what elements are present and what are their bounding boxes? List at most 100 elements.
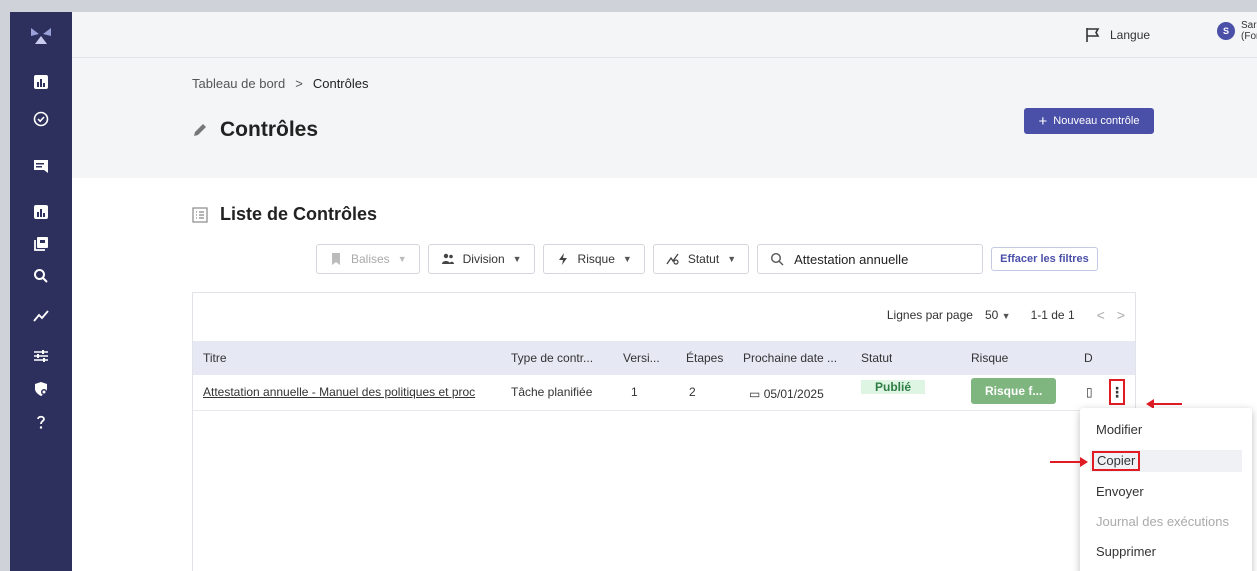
row-steps: 2 — [689, 385, 696, 399]
column-header-d[interactable]: D — [1084, 351, 1093, 365]
list-title-row: Liste de Contrôles — [192, 204, 377, 225]
sidebar-item-controls[interactable] — [29, 107, 53, 131]
user-name-line2: (Formation) — [1241, 31, 1257, 42]
breadcrumb: Tableau de bord > Contrôles — [192, 76, 368, 91]
chat-icon — [34, 160, 48, 173]
library-icon — [34, 237, 48, 251]
division-filter[interactable]: Division ▼ — [427, 244, 535, 274]
table-row[interactable]: Attestation annuelle - Manuel des politi… — [193, 375, 1135, 411]
division-filter-label: Division — [462, 252, 505, 266]
people-icon — [441, 253, 454, 264]
risk-filter-label: Risque — [577, 252, 615, 266]
risk-filter[interactable]: Risque ▼ — [542, 244, 645, 274]
status-filter[interactable]: Statut ▼ — [652, 244, 750, 274]
risk-badge: Risque f... — [971, 378, 1057, 404]
language-label: Langue — [1110, 28, 1151, 42]
tags-filter[interactable]: Balises ▼ — [316, 244, 420, 274]
tags-filter-label: Balises — [351, 252, 390, 266]
report-chart-icon — [34, 205, 48, 219]
breadcrumb-separator: > — [295, 76, 303, 91]
new-control-button[interactable]: + Nouveau contrôle — [1024, 108, 1154, 134]
search-value: Attestation annuelle — [794, 251, 909, 267]
sidebar-item-library[interactable] — [29, 232, 53, 256]
sidebar-item-security[interactable] — [29, 377, 53, 401]
bookmark-icon — [332, 253, 340, 265]
search-icon — [34, 269, 48, 283]
next-page-icon[interactable]: > — [1117, 307, 1125, 323]
table-header: Titre Type de contr... Versi... Étapes P… — [193, 341, 1135, 375]
check-circle-icon — [33, 111, 49, 127]
controls-table: Lignes par page 50 ▼ 1-1 de 1 < > Titre … — [192, 292, 1136, 571]
menu-item-modifier[interactable]: Modifier — [1096, 422, 1142, 437]
menu-item-journal: Journal des exécutions — [1096, 514, 1229, 529]
sliders-icon — [34, 350, 48, 362]
top-bar: Langue S Sarah (Formation) — [72, 12, 1257, 58]
column-header-steps[interactable]: Étapes — [686, 351, 723, 365]
sidebar-item-settings[interactable] — [29, 344, 53, 368]
list-icon — [192, 206, 208, 223]
page-title: Contrôles — [220, 118, 319, 141]
sidebar-item-search[interactable] — [29, 264, 53, 288]
sidebar-item-trends[interactable] — [29, 304, 53, 328]
sidebar-item-dashboard[interactable] — [29, 70, 53, 94]
column-header-risk[interactable]: Risque — [971, 351, 1008, 365]
breadcrumb-root[interactable]: Tableau de bord — [192, 76, 285, 91]
flag-icon — [1086, 28, 1100, 42]
row-title-link[interactable]: Attestation annuelle - Manuel des politi… — [203, 385, 507, 399]
row-d-cell: ▯ — [1086, 385, 1093, 399]
menu-item-copier[interactable]: Copier — [1092, 451, 1141, 471]
app-window: Langue S Sarah (Formation) Tableau de bo… — [10, 12, 1257, 571]
chevron-down-icon: ▼ — [512, 254, 522, 264]
column-header-next-date[interactable]: Prochaine date ... — [743, 351, 837, 365]
rows-per-page-label: Lignes par page — [886, 308, 973, 322]
risk-badge-label: Risque f... — [971, 378, 1057, 404]
row-context-menu: Modifier Copier Envoyer Journal des exéc… — [1080, 408, 1252, 571]
status-badge-label: Publié — [861, 380, 926, 394]
menu-item-envoyer[interactable]: Envoyer — [1096, 484, 1144, 499]
column-header-type[interactable]: Type de contr... — [511, 351, 593, 365]
user-menu[interactable]: S Sarah (Formation) — [1217, 20, 1257, 42]
status-badge: Publié — [861, 380, 926, 394]
avatar: S — [1217, 22, 1235, 40]
language-selector[interactable]: Langue — [1084, 26, 1150, 44]
row-type: Tâche planifiée — [511, 385, 593, 399]
trend-search-icon — [666, 253, 679, 265]
column-header-version[interactable]: Versi... — [623, 351, 660, 365]
row-next-date-value: 05/01/2025 — [763, 387, 824, 401]
list-title: Liste de Contrôles — [220, 204, 378, 224]
chevron-down-icon: ▼ — [397, 254, 407, 264]
user-name-line1: Sarah — [1241, 20, 1257, 31]
row-version: 1 — [631, 385, 638, 399]
prev-page-icon[interactable]: < — [1097, 307, 1105, 323]
row-actions-menu-icon[interactable]: ⋮ — [1109, 379, 1125, 405]
new-control-label: Nouveau contrôle — [1053, 115, 1140, 127]
filter-bar: Balises ▼ Division ▼ Risque ▼ Statut ▼ A… — [316, 244, 1098, 274]
rows-per-page-select[interactable]: 50 ▼ — [985, 308, 1011, 322]
app-logo-icon[interactable] — [27, 24, 55, 48]
search-icon — [771, 252, 784, 266]
chevron-down-icon: ▼ — [727, 254, 737, 264]
rows-per-page-value: 50 — [984, 308, 999, 322]
shield-gear-icon — [35, 382, 47, 396]
sidebar-item-help[interactable] — [29, 410, 53, 434]
breadcrumb-current: Contrôles — [312, 76, 369, 91]
page-header: Tableau de bord > Contrôles Contrôles + … — [72, 58, 1257, 178]
sidebar — [10, 12, 72, 571]
search-input[interactable]: Attestation annuelle — [757, 244, 984, 274]
menu-item-supprimer[interactable]: Supprimer — [1096, 544, 1156, 559]
clear-filters-button[interactable]: Effacer les filtres — [991, 247, 1098, 271]
user-name: Sarah (Formation) — [1241, 20, 1257, 42]
row-next-date: ▭ 05/01/2025 — [749, 387, 824, 401]
page-range: 1-1 de 1 — [1030, 308, 1075, 322]
bar-chart-icon — [34, 75, 48, 89]
column-header-status[interactable]: Statut — [861, 351, 892, 365]
question-mark-icon — [37, 415, 45, 429]
sidebar-item-reports[interactable] — [29, 200, 53, 224]
plus-icon: + — [1038, 112, 1048, 130]
page-title-row: Contrôles — [192, 118, 318, 142]
sidebar-item-messages[interactable] — [29, 154, 53, 178]
lightning-icon — [558, 253, 567, 265]
pagination: Lignes par page 50 ▼ 1-1 de 1 < > — [887, 307, 1125, 323]
column-header-title[interactable]: Titre — [203, 351, 227, 365]
calendar-icon: ▭ — [749, 387, 761, 401]
